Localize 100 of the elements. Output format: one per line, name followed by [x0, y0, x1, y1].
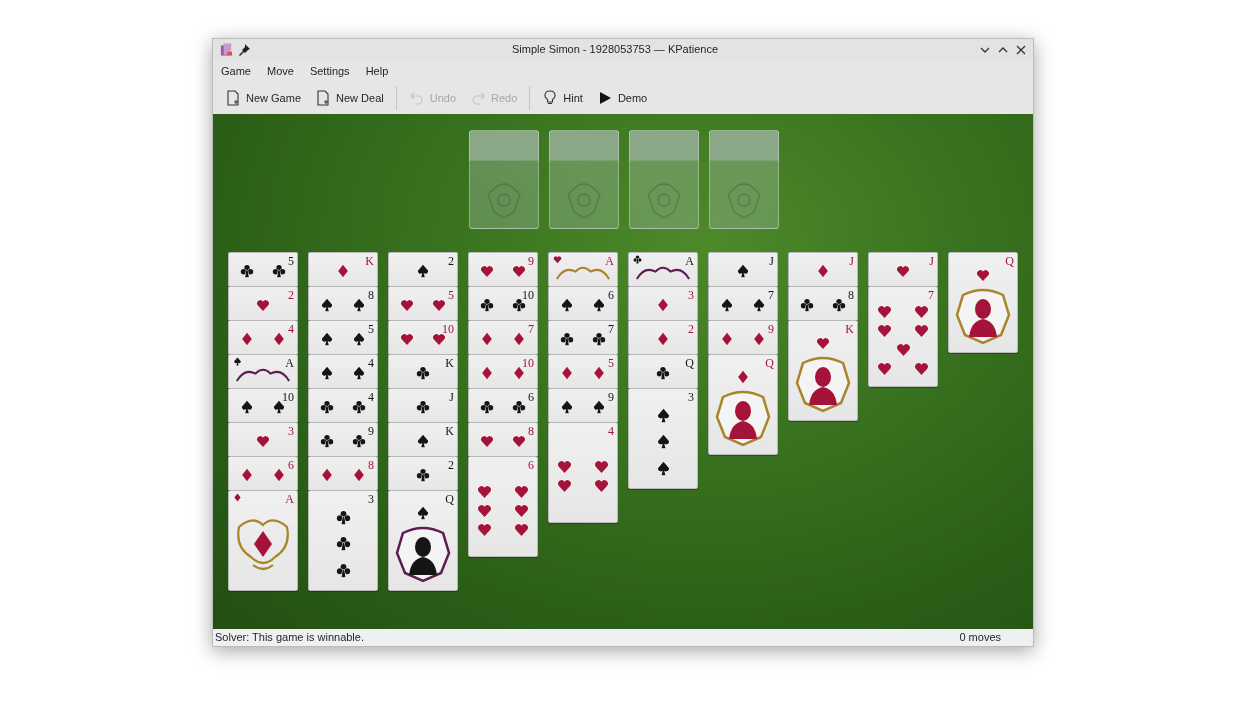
undo-icon	[408, 90, 425, 106]
playing-card[interactable]: 4	[548, 422, 618, 523]
playing-card[interactable]: 5	[548, 354, 618, 388]
playing-card[interactable]: J	[788, 252, 858, 286]
playing-card[interactable]: 6	[468, 456, 538, 557]
playing-card[interactable]: 2	[388, 456, 458, 490]
playing-card[interactable]: Q	[628, 354, 698, 388]
spade-icon	[352, 298, 366, 312]
playing-card[interactable]: 10	[228, 388, 298, 422]
playing-card[interactable]: 3	[308, 490, 378, 591]
playing-card[interactable]: 4	[308, 354, 378, 388]
heart-icon	[914, 323, 929, 338]
heart-icon	[877, 323, 892, 338]
playing-card[interactable]: A	[628, 252, 698, 286]
playing-card[interactable]: 3	[228, 422, 298, 456]
card-rank: 7	[528, 323, 534, 335]
playing-card[interactable]: 3	[628, 388, 698, 489]
card-rank: 7	[928, 289, 934, 301]
heart-icon	[477, 483, 492, 499]
playing-card[interactable]: 9	[308, 422, 378, 456]
playing-card[interactable]: K	[388, 354, 458, 388]
card-rank: 4	[368, 357, 374, 369]
menu-item[interactable]: Game	[215, 60, 257, 82]
diamond-icon	[240, 332, 254, 346]
diamond-icon	[512, 366, 526, 380]
playing-card[interactable]: 9	[548, 388, 618, 422]
card-rank: K	[445, 357, 454, 369]
document-icon	[225, 90, 241, 106]
club-icon	[320, 434, 334, 448]
pin-icon[interactable]	[239, 43, 251, 56]
diamond-icon	[736, 369, 750, 384]
playing-card[interactable]: K	[308, 252, 378, 286]
playing-card[interactable]: 8	[308, 286, 378, 320]
card-rank: Q	[1005, 255, 1014, 267]
toolbar-button[interactable]: New Deal	[309, 85, 390, 111]
playing-card[interactable]: 9	[708, 320, 778, 354]
playing-card[interactable]: Q	[388, 490, 458, 591]
spade-icon	[240, 400, 254, 414]
redo-icon	[470, 90, 486, 106]
playing-card[interactable]: 10	[388, 320, 458, 354]
playing-card[interactable]: 7	[868, 286, 938, 387]
club-icon	[335, 563, 351, 579]
close-icon[interactable]	[1015, 43, 1027, 56]
card-rank: 6	[288, 459, 294, 471]
playing-card[interactable]: 6	[228, 456, 298, 490]
card-rank: 9	[768, 323, 774, 335]
card-rank: K	[445, 425, 454, 437]
spade-icon	[320, 366, 334, 380]
playing-card[interactable]: 9	[468, 252, 538, 286]
club-icon	[416, 366, 430, 380]
diamond-icon	[480, 332, 494, 346]
playing-card[interactable]: 5	[228, 252, 298, 286]
playing-card[interactable]: 4	[228, 320, 298, 354]
card-rank: 2	[448, 459, 454, 471]
playing-card[interactable]: 10	[468, 286, 538, 320]
toolbar-button[interactable]: New Game	[219, 85, 308, 111]
card-rank: 2	[688, 323, 694, 335]
playing-card[interactable]: K	[388, 422, 458, 456]
card-rank: 3	[368, 493, 374, 505]
playing-card[interactable]: A	[228, 490, 298, 591]
playing-card[interactable]: 5	[308, 320, 378, 354]
diamond-icon	[240, 468, 254, 482]
playing-card[interactable]: 2	[628, 320, 698, 354]
playing-card[interactable]: J	[388, 388, 458, 422]
menu-item[interactable]: Settings	[303, 60, 356, 82]
app-icon	[219, 42, 233, 57]
playing-card[interactable]: 7	[468, 320, 538, 354]
card-rank: 9	[528, 255, 534, 267]
toolbar-button[interactable]: Demo	[590, 85, 654, 111]
diamond-icon	[233, 493, 242, 502]
playing-card[interactable]: 7	[708, 286, 778, 320]
playing-card[interactable]: 8	[308, 456, 378, 490]
spade-icon	[416, 434, 430, 448]
playing-card[interactable]: 6	[548, 286, 618, 320]
playing-card[interactable]: Q	[948, 252, 1018, 353]
playing-card[interactable]: 10	[468, 354, 538, 388]
card-rank: 3	[288, 425, 294, 437]
playing-card[interactable]: 8	[468, 422, 538, 456]
playing-card[interactable]: K	[788, 320, 858, 421]
playing-card[interactable]: 5	[388, 286, 458, 320]
diamond-icon	[352, 468, 366, 482]
heart-icon	[514, 521, 529, 537]
card-rank: 8	[528, 425, 534, 437]
playing-card[interactable]: 7	[548, 320, 618, 354]
playing-card[interactable]: J	[868, 252, 938, 286]
playing-card[interactable]: 8	[788, 286, 858, 320]
playing-card[interactable]: 4	[308, 388, 378, 422]
menu-item[interactable]: Help	[359, 60, 395, 82]
diamond-icon	[560, 366, 574, 380]
playing-card[interactable]: 3	[628, 286, 698, 320]
playing-card[interactable]: A	[228, 354, 298, 388]
playing-card[interactable]: 6	[468, 388, 538, 422]
playing-card[interactable]: A	[548, 252, 618, 286]
menu-item[interactable]: Move	[260, 60, 300, 82]
playing-card[interactable]: 2	[228, 286, 298, 320]
card-rank: 3	[688, 289, 694, 301]
playing-card[interactable]: 2	[388, 252, 458, 286]
playing-card[interactable]: Q	[708, 354, 778, 455]
playing-card[interactable]: J	[708, 252, 778, 286]
toolbar-button[interactable]: Hint	[536, 85, 589, 111]
